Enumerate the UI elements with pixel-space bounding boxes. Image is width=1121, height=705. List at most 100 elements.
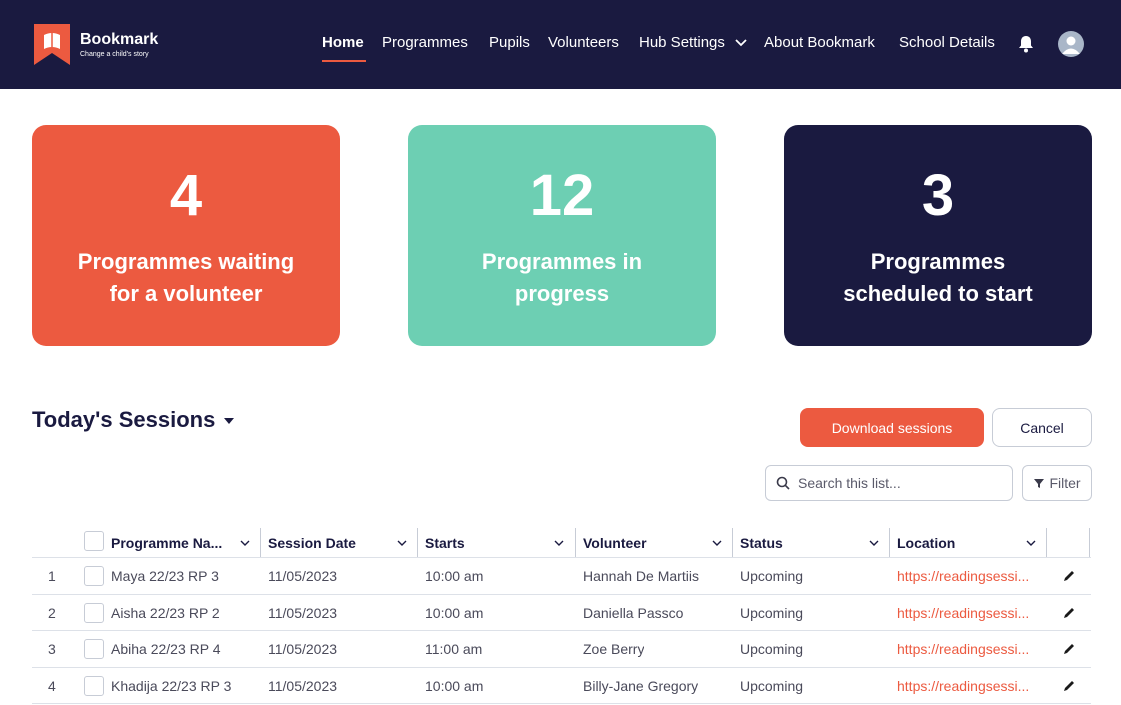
- active-nav-underline: [322, 60, 366, 62]
- chevron-down-icon[interactable]: [239, 537, 251, 549]
- chevron-down-icon[interactable]: [396, 537, 408, 549]
- programme-name: Abiha 22/23 RP 4: [111, 641, 221, 657]
- table-row: 4 Khadija 22/23 RP 3 11/05/2023 10:00 am…: [32, 668, 1091, 704]
- search-input[interactable]: [798, 475, 998, 491]
- row-number: 2: [48, 604, 56, 621]
- column-divider[interactable]: [889, 528, 890, 557]
- location-link[interactable]: https://readingsessi...: [897, 631, 1039, 667]
- row-checkbox[interactable]: [84, 639, 104, 659]
- start-time: 10:00 am: [425, 604, 484, 621]
- column-divider[interactable]: [417, 528, 418, 557]
- chevron-down-icon[interactable]: [868, 537, 880, 549]
- session-date: 11/05/2023: [268, 677, 338, 694]
- pencil-icon[interactable]: [1062, 679, 1076, 693]
- row-number: 4: [48, 677, 56, 694]
- start-time: 10:00 am: [425, 677, 484, 694]
- column-header-label: Session Date: [268, 535, 356, 551]
- download-sessions-button[interactable]: Download sessions: [800, 408, 984, 447]
- column-header-status[interactable]: Status: [740, 528, 890, 558]
- sessions-list-selector[interactable]: Today's Sessions: [32, 407, 235, 433]
- column-header-volunteer[interactable]: Volunteer: [583, 528, 733, 558]
- session-status: Upcoming: [740, 604, 804, 621]
- start-time: 10:00 am: [425, 568, 484, 584]
- row-checkbox[interactable]: [84, 675, 104, 696]
- nav-pupils-label: Pupils: [489, 34, 530, 51]
- chevron-down-icon: [735, 39, 747, 47]
- select-all-checkbox[interactable]: [84, 531, 104, 551]
- session-status: Upcoming: [740, 641, 804, 657]
- volunteer-name: Daniella Passco: [583, 604, 684, 621]
- chevron-down-icon[interactable]: [1025, 537, 1037, 549]
- stat-value: 4: [169, 163, 203, 228]
- nav-volunteers[interactable]: Volunteers: [548, 34, 619, 56]
- table-row: 3 Abiha 22/23 RP 4 11/05/2023 11:00 am Z…: [32, 631, 1091, 668]
- nav-about-label: About Bookmark: [764, 34, 875, 51]
- session-date: 11/05/2023: [268, 641, 338, 657]
- sessions-title: Today's Sessions: [32, 407, 216, 432]
- column-divider[interactable]: [732, 528, 733, 557]
- stat-card-scheduled[interactable]: 3 Programmes scheduled to start: [784, 125, 1092, 346]
- volunteer-name: Hannah De Martiis: [583, 568, 699, 584]
- filter-button[interactable]: Filter: [1022, 465, 1092, 501]
- stat-label: Programmes in progress: [481, 249, 643, 306]
- stat-card-in-progress[interactable]: 12 Programmes in progress: [408, 125, 716, 346]
- location-link[interactable]: https://readingsessi...: [897, 595, 1039, 631]
- column-header-label: Volunteer: [583, 535, 647, 551]
- caret-down-icon: [224, 418, 235, 424]
- cancel-button[interactable]: Cancel: [992, 408, 1092, 447]
- column-header-label: Status: [740, 535, 783, 551]
- session-status: Upcoming: [740, 677, 804, 694]
- column-header-label: Programme Na...: [111, 535, 223, 551]
- session-status: Upcoming: [740, 568, 804, 584]
- bookmark-logo[interactable]: Bookmark Change a child's story: [32, 22, 158, 67]
- location-link[interactable]: https://readingsessi...: [897, 558, 1039, 594]
- stat-label: Programmes scheduled to start: [843, 249, 1033, 306]
- column-header-starts[interactable]: Starts: [425, 528, 575, 558]
- nav-volunteers-label: Volunteers: [548, 34, 619, 51]
- programme-name: Maya 22/23 RP 3: [111, 568, 219, 584]
- nav-home-label: Home: [322, 34, 364, 51]
- stat-value: 12: [529, 163, 595, 228]
- sessions-table: Programme Na... Session Date Starts Volu…: [32, 528, 1091, 704]
- row-number: 3: [48, 641, 56, 657]
- row-checkbox[interactable]: [84, 602, 104, 623]
- column-divider[interactable]: [260, 528, 261, 557]
- column-header-location[interactable]: Location: [897, 528, 1047, 558]
- stat-card-waiting[interactable]: 4 Programmes waiting for a volunteer: [32, 125, 340, 346]
- volunteer-name: Billy-Jane Gregory: [583, 677, 699, 694]
- stat-label: Programmes waiting for a volunteer: [77, 249, 295, 306]
- nav-programmes-label: Programmes: [382, 34, 468, 51]
- location-link[interactable]: https://readingsessi...: [897, 668, 1039, 704]
- pencil-icon[interactable]: [1062, 569, 1076, 583]
- row-number: 1: [48, 568, 56, 584]
- column-header-session-date[interactable]: Session Date: [268, 528, 418, 558]
- nav-pupils[interactable]: Pupils: [489, 34, 530, 56]
- top-navigation-bar: Bookmark Change a child's story Home Pro…: [0, 0, 1121, 89]
- column-header-programme[interactable]: Programme Na...: [111, 528, 261, 558]
- column-divider: [1089, 528, 1090, 557]
- avatar[interactable]: [1058, 31, 1084, 57]
- chevron-down-icon[interactable]: [553, 537, 565, 549]
- chevron-down-icon[interactable]: [711, 537, 723, 549]
- search-icon: [776, 476, 790, 490]
- nav-home[interactable]: Home: [322, 34, 364, 56]
- user-icon: [1062, 36, 1080, 54]
- programme-name: Khadija 22/23 RP 3: [111, 677, 232, 694]
- brand-tagline: Change a child's story: [80, 50, 149, 58]
- column-header-label: Location: [897, 535, 956, 551]
- filter-icon: [1034, 479, 1045, 488]
- nav-programmes[interactable]: Programmes: [382, 34, 468, 56]
- volunteer-name: Zoe Berry: [583, 641, 645, 657]
- nav-hub-settings-label: Hub Settings: [639, 34, 725, 51]
- bell-icon[interactable]: [1016, 34, 1036, 54]
- table-row: 1 Maya 22/23 RP 3 11/05/2023 10:00 am Ha…: [32, 558, 1091, 595]
- row-checkbox[interactable]: [84, 566, 104, 586]
- pencil-icon[interactable]: [1062, 642, 1076, 656]
- programme-name: Aisha 22/23 RP 2: [111, 604, 220, 621]
- column-divider[interactable]: [575, 528, 576, 557]
- nav-hub-settings[interactable]: Hub Settings: [639, 34, 747, 56]
- nav-about-bookmark[interactable]: About Bookmark: [764, 34, 875, 56]
- column-divider[interactable]: [1046, 528, 1047, 557]
- pencil-icon[interactable]: [1062, 606, 1076, 620]
- nav-school-details[interactable]: School Details: [899, 34, 995, 56]
